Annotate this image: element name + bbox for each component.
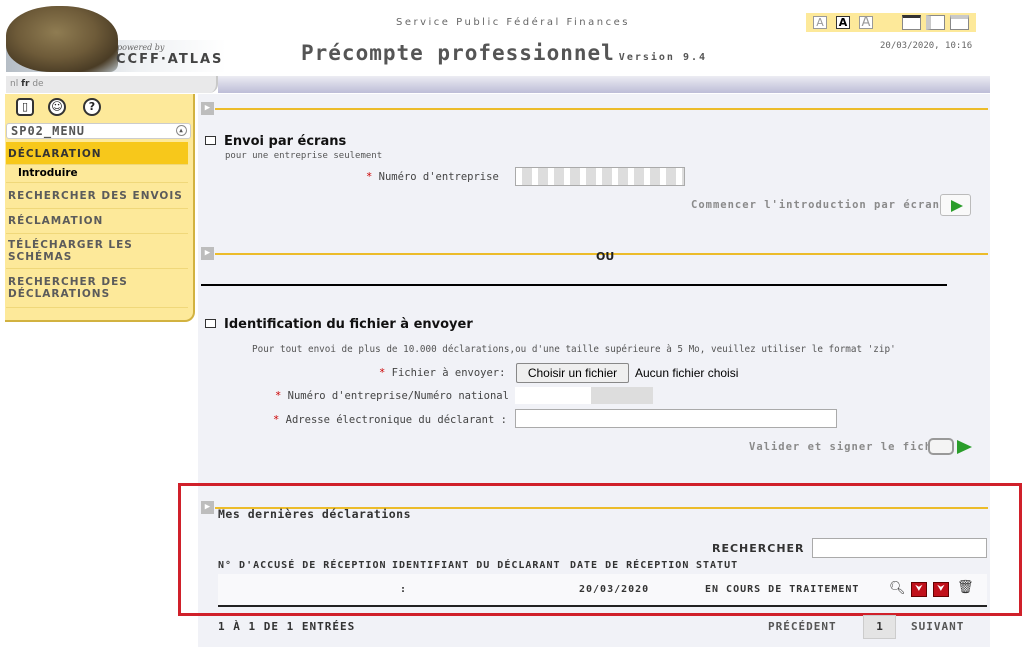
sidebar-item-download-schemas[interactable]: TÉLÉCHARGER LES SCHÉMAS: [6, 236, 188, 269]
layout-full-icon[interactable]: [950, 15, 969, 30]
section-header-or: ▶: [199, 246, 988, 260]
session-datetime: 20/03/2020, 10:16: [880, 41, 973, 51]
delete-trash-icon[interactable]: 🗑︎: [957, 580, 974, 595]
pdf-receipt-icon[interactable]: ⮟: [911, 582, 927, 597]
text-size-medium-button[interactable]: A: [836, 16, 850, 29]
language-bar: nl fr de: [6, 76, 218, 93]
file-size-notice: Pour tout envoi de plus de 10.000 déclar…: [252, 344, 896, 355]
ccff-atlas-logo: CCFF·ATLAS: [116, 52, 224, 67]
sidebar-item-reclamation[interactable]: RÉCLAMATION: [6, 211, 188, 234]
next-page-button[interactable]: SUIVANT: [911, 620, 964, 633]
screen-entry-checkbox-icon: [205, 136, 216, 145]
entries-info: 1 À 1 DE 1 ENTRÉES: [218, 620, 356, 633]
or-separator-label: OU: [596, 250, 615, 263]
display-controls: A A A: [806, 13, 976, 32]
search-label: RECHERCHER: [712, 542, 805, 555]
page-number-button[interactable]: 1: [863, 615, 896, 639]
exit-icon[interactable]: ▯: [16, 98, 34, 116]
text-size-large-button[interactable]: A: [859, 16, 873, 29]
company-number-input[interactable]: [515, 167, 685, 186]
section-header-screen-entry: ▶: [199, 101, 988, 115]
version-label: Version 9.4: [618, 52, 708, 63]
user-icon[interactable]: ☺: [48, 98, 66, 116]
validate-sign-button[interactable]: [957, 440, 972, 454]
layout-wide-icon[interactable]: [902, 15, 921, 30]
company-number-label-text: Numéro d'entreprise: [378, 171, 499, 183]
menu-header: SP02_MENU ▲: [6, 123, 191, 139]
choose-file-button[interactable]: Choisir un fichier: [516, 363, 629, 383]
file-upload-title: Identification du fichier à envoyer: [224, 317, 473, 332]
previous-page-button[interactable]: PRÉCÉDENT: [768, 620, 837, 633]
service-name: Service Public Fédéral Finances: [396, 17, 630, 28]
screen-entry-title: Envoi par écrans: [224, 134, 347, 149]
column-header-reception-date[interactable]: DATE DE RÉCEPTION: [570, 560, 689, 571]
national-number-input[interactable]: [515, 387, 653, 404]
help-icon[interactable]: ?: [83, 98, 101, 116]
page-title-text: Précompte professionnel: [301, 41, 615, 65]
page-title: Précompte professionnel Version 9.4: [301, 41, 707, 65]
start-screen-entry-label: Commencer l'introduction par écrans: [691, 199, 948, 211]
top-nav-bar: [218, 76, 990, 93]
column-header-status[interactable]: STATUT: [696, 560, 738, 571]
email-label: * Adresse électronique du déclarant :: [273, 414, 507, 426]
validate-sign-label: Valider et signer le fichier: [749, 441, 955, 453]
national-number-label-text: Numéro d'entreprise/Numéro national: [287, 390, 509, 402]
powered-by-text: powered by: [117, 43, 165, 52]
sidebar-item-search-declarations[interactable]: RECHERCHER DES DÉCLARATIONS: [6, 272, 188, 308]
email-label-text: Adresse électronique du déclarant :: [285, 414, 507, 426]
file-label: * Fichier à envoyer:: [379, 367, 506, 379]
no-file-chosen-text: Aucun fichier choisi: [635, 366, 739, 380]
expand-icon[interactable]: ▶: [201, 247, 214, 260]
pdf-report-icon[interactable]: ⮟: [933, 582, 949, 597]
menu-title: SP02_MENU: [11, 124, 86, 138]
sidebar-item-search-submissions[interactable]: RECHERCHER DES ENVOIS: [6, 186, 188, 209]
national-number-label: * Numéro d'entreprise/Numéro national: [275, 390, 509, 402]
collapse-menu-icon[interactable]: ▲: [176, 125, 187, 136]
status-cell: EN COURS DE TRAITEMENT: [705, 584, 860, 595]
reception-date-cell: 20/03/2020: [579, 584, 650, 595]
screen-entry-subtitle: pour une entreprise seulement: [225, 151, 383, 161]
layout-sidebar-icon[interactable]: [926, 15, 945, 30]
sidebar-item-introduire[interactable]: Introduire: [6, 166, 188, 183]
declarant-id-cell: :: [400, 584, 408, 595]
column-header-receipt[interactable]: N° D'ACCUSÉ DE RÉCEPTION: [218, 560, 387, 571]
sidebar-item-declaration[interactable]: DÉCLARATION: [6, 142, 188, 165]
email-input[interactable]: [515, 409, 837, 428]
file-label-text: Fichier à envoyer:: [391, 367, 506, 379]
expand-icon[interactable]: ▶: [201, 501, 214, 514]
divider: [201, 284, 947, 286]
sculpture-logo-image: [6, 6, 118, 72]
text-size-small-button[interactable]: A: [813, 16, 827, 29]
start-screen-entry-button[interactable]: [940, 194, 971, 216]
column-header-declarant-id[interactable]: IDENTIFIANT DU DÉCLARANT: [392, 560, 561, 571]
expand-icon[interactable]: ▶: [201, 102, 214, 115]
file-upload-checkbox-icon: [205, 319, 216, 328]
lang-de-link[interactable]: de: [32, 79, 43, 89]
declarations-search-input[interactable]: [812, 538, 987, 558]
declarations-title: Mes dernières déclarations: [218, 507, 412, 521]
lang-fr-link[interactable]: fr: [21, 79, 29, 89]
view-details-search-icon[interactable]: 🔍︎: [889, 581, 906, 596]
lang-nl-link[interactable]: nl: [10, 79, 18, 89]
company-number-label: * Numéro d'entreprise: [366, 171, 499, 183]
signature-device-icon[interactable]: [928, 438, 954, 455]
